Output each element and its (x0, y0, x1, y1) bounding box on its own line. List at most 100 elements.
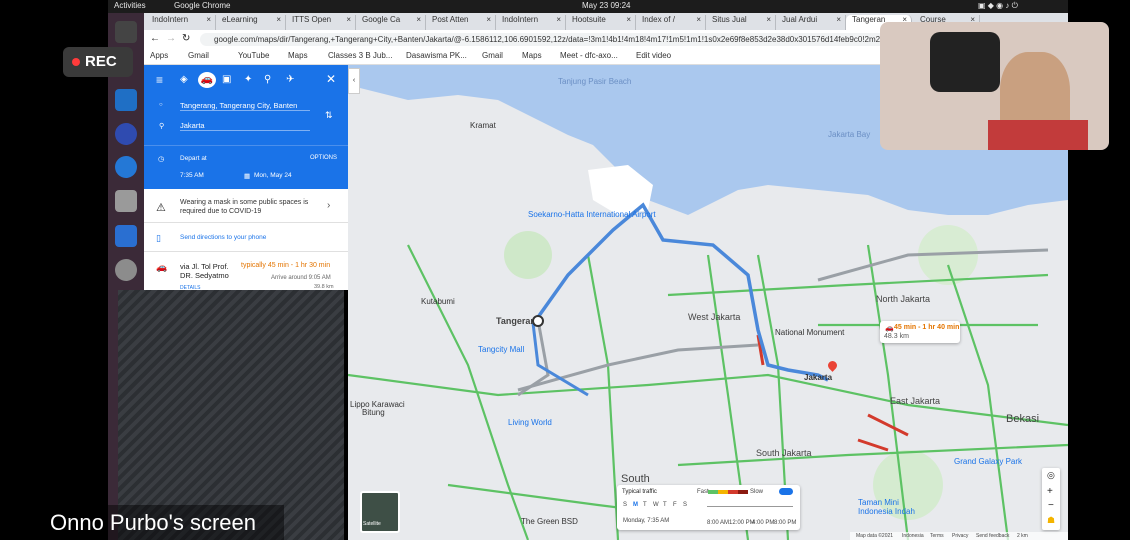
close-icon[interactable]: ✕ (326, 72, 336, 86)
zoom-in-icon[interactable]: + (1047, 486, 1053, 497)
reload-icon[interactable]: ↻ (182, 33, 190, 44)
pegman-icon[interactable]: ☗ (1047, 515, 1055, 526)
rec-dot-icon (72, 58, 80, 66)
time-field[interactable]: 7:35 AM (180, 172, 204, 179)
screen-share-name: Onno Purbo's screen (48, 505, 284, 540)
bookmark[interactable]: Edit video (636, 51, 671, 60)
terminal-icon[interactable] (115, 21, 137, 43)
send-to-phone-link[interactable]: Send directions to your phone (180, 234, 266, 241)
day-fri[interactable]: F (673, 502, 677, 508)
tab[interactable]: Jual Ardui × (776, 15, 846, 30)
locate-icon[interactable]: ◎ (1047, 470, 1055, 481)
destination-input[interactable]: Jakarta (180, 121, 310, 131)
settings-icon[interactable] (115, 259, 137, 281)
bookmark[interactable]: Classes 3 B Jub... (328, 51, 392, 60)
cycling-icon[interactable]: ⚲ (264, 74, 271, 85)
traffic-toggle[interactable] (779, 488, 793, 495)
tab[interactable]: Index of / × (636, 15, 706, 30)
clock[interactable]: May 23 09:24 (582, 1, 630, 10)
flight-icon[interactable]: ✈ (286, 74, 294, 85)
route-via[interactable]: via Jl. Tol Prof. DR. Sedyatmo (180, 262, 236, 280)
day-mon[interactable]: M (633, 502, 638, 508)
bookmark[interactable]: Gmail (482, 51, 503, 60)
bookmark[interactable]: Maps (288, 51, 308, 60)
origin-marker-icon[interactable] (532, 315, 544, 327)
footer-item[interactable]: Privacy (952, 533, 968, 539)
url-bar[interactable]: google.com/maps/dir/Tangerang,+Tangerang… (200, 33, 890, 46)
menu-icon[interactable]: ≡ (156, 73, 163, 87)
options-button[interactable]: OPTIONS (310, 155, 337, 161)
rec-label: REC (85, 53, 117, 70)
bookmark[interactable]: Meet - dfc-axo... (560, 51, 618, 60)
footer-item[interactable]: Indonesia (902, 533, 924, 539)
tab[interactable]: Post Atten × (426, 15, 496, 30)
traffic-label[interactable]: Typical traffic (622, 489, 657, 495)
day-sun[interactable]: S (623, 502, 627, 508)
time-slider[interactable] (707, 506, 793, 507)
directions-header: ≡ ◈ 🚗 ▣ ✦ ⚲ ✈ ✕ ○ Tangerang, Tangerang C… (144, 65, 348, 189)
bookmark[interactable]: Dasawisma PK... (406, 51, 467, 60)
route-time-badge[interactable]: 🚗 45 min - 1 hr 40 min 48.3 km (880, 321, 960, 343)
footer-item[interactable]: Send feedback (976, 533, 1009, 539)
time-tick: 8:00 AM (707, 520, 730, 526)
footer-item: 2 km (1017, 533, 1028, 539)
writer-icon[interactable] (115, 225, 137, 247)
footer-item: Map data ©2021 (856, 533, 894, 539)
satellite-toggle[interactable]: Satellite (360, 491, 400, 533)
swap-icon[interactable]: ⇅ (325, 110, 333, 121)
map-label: East Jakarta (890, 396, 941, 406)
tab[interactable]: IndoIntern × (146, 15, 216, 30)
forward-icon[interactable]: → (166, 33, 176, 44)
collapse-panel-icon[interactable]: ‹ (348, 68, 360, 94)
best-mode-icon[interactable]: ◈ (180, 74, 188, 85)
divider (144, 251, 348, 252)
tab[interactable]: IndoIntern × (496, 15, 566, 30)
map-label: Kramat (470, 121, 496, 130)
person-shirt (988, 120, 1088, 150)
tab[interactable]: Situs Jual × (706, 15, 776, 30)
bookmark[interactable]: Maps (522, 51, 542, 60)
tab[interactable]: Google Ca × (356, 15, 426, 30)
files-icon[interactable] (115, 190, 137, 212)
map-label: Grand Galaxy Park (954, 457, 1023, 466)
map-label: Tanjung Pasir Beach (558, 77, 632, 86)
driving-icon[interactable]: 🚗 (198, 72, 216, 88)
tab[interactable]: eLearning × (216, 15, 286, 30)
date-field[interactable]: Mon, May 24 (254, 172, 292, 179)
origin-input[interactable]: Tangerang, Tangerang City, Banten (180, 101, 310, 111)
map-label: Living World (508, 418, 552, 427)
webcam-video (880, 22, 1109, 150)
map-label: South Jakarta (756, 448, 812, 458)
mail-icon[interactable] (115, 156, 137, 178)
tray-icons[interactable]: ▣ ◆ ◉ ♪ ⏻ (978, 1, 1018, 11)
day-tue[interactable]: T (643, 502, 647, 508)
depart-dropdown[interactable]: Depart at (180, 155, 207, 162)
mask-notice[interactable]: Wearing a mask in some public spaces is … (180, 198, 320, 216)
day-thu[interactable]: T (663, 502, 667, 508)
screen-share-placeholder (118, 290, 344, 540)
tab[interactable]: ITTS Open × (286, 15, 356, 30)
activities-button[interactable]: Activities (114, 1, 146, 10)
zoom-out-icon[interactable]: − (1048, 500, 1054, 511)
bookmark[interactable]: Apps (150, 51, 168, 60)
system-top-bar: Activities Google Chrome May 23 09:24 ▣ … (108, 0, 1068, 13)
tab[interactable]: Hootsuite × (566, 15, 636, 30)
transit-icon[interactable]: ▣ (222, 74, 231, 85)
day-sat[interactable]: S (683, 502, 687, 508)
divider (144, 145, 348, 146)
traffic-when: Monday, 7:35 AM (623, 518, 670, 524)
walking-icon[interactable]: ✦ (244, 74, 252, 85)
microphone (930, 32, 1000, 92)
map-footer: Map data ©2021 Indonesia Terms Privacy S… (850, 532, 1068, 540)
map-label: South (621, 473, 650, 485)
day-wed[interactable]: W (653, 502, 659, 508)
footer-item[interactable]: Terms (930, 533, 944, 539)
map-label: Tangcity Mall (478, 345, 525, 354)
bookmark[interactable]: YouTube (238, 51, 269, 60)
monitor-icon[interactable] (115, 89, 137, 111)
browser-icon[interactable] (115, 123, 137, 145)
back-icon[interactable]: ← (150, 33, 160, 44)
bookmark[interactable]: Gmail (188, 51, 209, 60)
app-menu[interactable]: Google Chrome (174, 1, 230, 10)
chevron-right-icon[interactable]: › (327, 200, 330, 211)
